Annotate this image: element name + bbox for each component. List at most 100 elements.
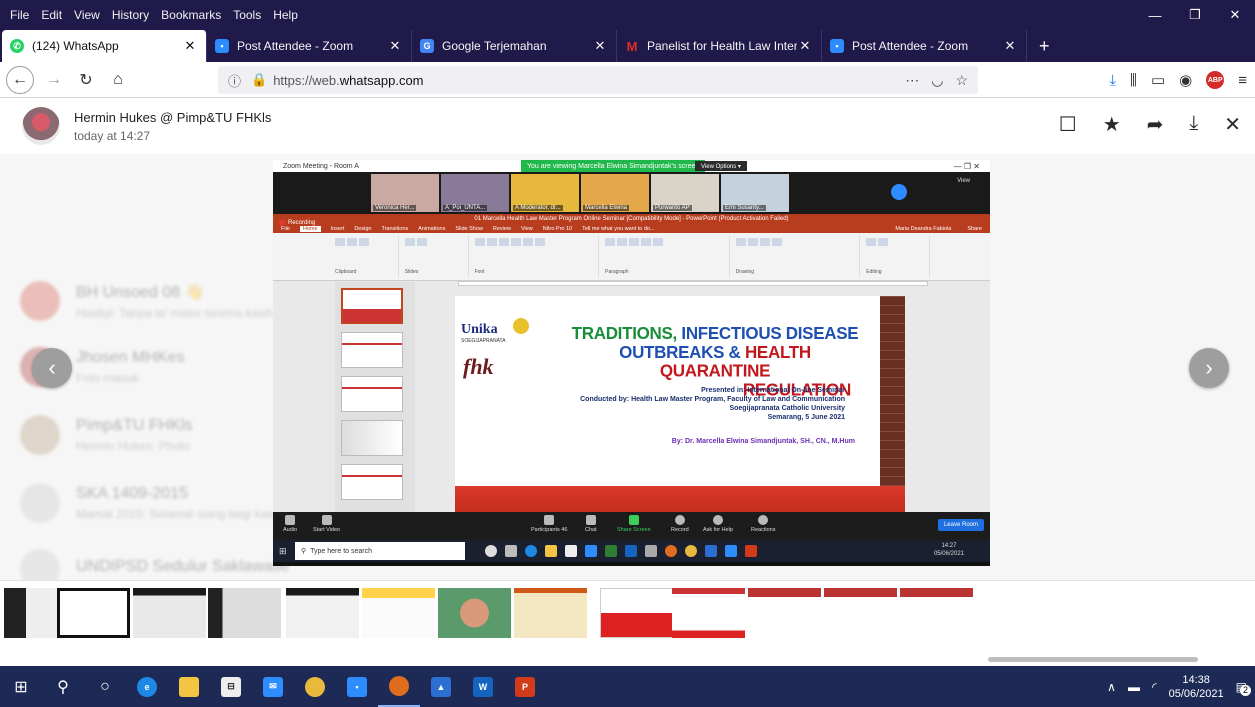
ask-help-control: Ask for Help bbox=[703, 515, 733, 533]
tab-title: Post Attendee - Zoom bbox=[852, 39, 969, 53]
reload-button[interactable]: ↻ bbox=[70, 64, 102, 96]
search-icon[interactable]: ⚲ bbox=[42, 666, 84, 707]
media-thumbnail[interactable] bbox=[514, 588, 587, 638]
tab-post-attendee-zoom-2[interactable]: ▪ Post Attendee - Zoom ✕ bbox=[822, 30, 1027, 62]
ppt-tab: Animations bbox=[418, 225, 446, 232]
window-controls: — ❐ ✕ bbox=[1135, 0, 1255, 30]
participants-control: Participants 46 bbox=[531, 515, 567, 533]
word-icon[interactable]: W bbox=[462, 666, 504, 707]
media-thumbnail[interactable] bbox=[600, 588, 673, 638]
edge-icon[interactable]: e bbox=[126, 666, 168, 707]
menu-file[interactable]: File bbox=[0, 8, 35, 22]
menu-view[interactable]: View bbox=[68, 8, 106, 22]
zoom-icon[interactable]: ▪ bbox=[336, 666, 378, 707]
next-media-button[interactable]: › bbox=[1189, 348, 1229, 388]
chrome-icon bbox=[685, 545, 697, 557]
screen-share-banner: You are viewing Marcella Elwina Simandju… bbox=[521, 160, 706, 172]
ppt-tab: Insert bbox=[330, 225, 345, 232]
new-tab-button[interactable]: + bbox=[1027, 30, 1062, 62]
back-button[interactable]: ← bbox=[6, 65, 34, 94]
tab-title: Post Attendee - Zoom bbox=[237, 39, 354, 53]
adblock-plus-icon[interactable]: ABP bbox=[1206, 71, 1225, 89]
mail-icon[interactable]: ✉ bbox=[252, 666, 294, 707]
tab-google-translate[interactable]: G Google Terjemahan ✕ bbox=[412, 30, 617, 62]
chrome-icon[interactable] bbox=[294, 666, 336, 707]
media-thumbnail[interactable] bbox=[208, 588, 281, 638]
home-button[interactable]: ⌂ bbox=[102, 64, 134, 96]
close-icon[interactable]: ✕ bbox=[1224, 112, 1241, 137]
pocket-icon[interactable]: ◡ bbox=[931, 72, 943, 89]
zoom-icon bbox=[725, 545, 737, 557]
info-icon[interactable]: ⓘ bbox=[228, 71, 241, 90]
previous-media-button[interactable]: ‹ bbox=[32, 348, 72, 388]
downloads-icon[interactable]: ⤓ bbox=[1109, 72, 1116, 89]
media-thumbnail[interactable] bbox=[748, 588, 821, 638]
ppt-tab: Tell me what you want to do... bbox=[582, 225, 655, 232]
slide-thumbnail bbox=[341, 420, 403, 456]
menu-edit[interactable]: Edit bbox=[35, 8, 68, 22]
battery-icon[interactable]: ▬ bbox=[1128, 680, 1140, 694]
media-thumbnail[interactable] bbox=[133, 588, 206, 638]
slide-presented-text: Presented in: International On-line Semi… bbox=[580, 387, 845, 421]
slide-thumbnail bbox=[341, 464, 403, 500]
wifi-icon[interactable]: ◜ bbox=[1152, 680, 1157, 694]
media-thumbnail[interactable] bbox=[362, 588, 435, 638]
windows-taskbar: ⊞ ⚲ ○ e ⊟ ✉ ▪ ▲ W P ∧ ▬ ◜ 14:38 05/06/20… bbox=[0, 666, 1255, 707]
forward-icon[interactable]: ➦ bbox=[1147, 112, 1164, 137]
chat-control: Chat bbox=[585, 515, 597, 533]
library-icon[interactable]: ⫼ bbox=[1130, 72, 1137, 89]
slide-author: By: Dr. Marcella Elwina Simandjuntak, SH… bbox=[671, 438, 855, 445]
menu-tools[interactable]: Tools bbox=[227, 8, 267, 22]
show-hidden-icons-icon[interactable]: ∧ bbox=[1107, 680, 1116, 694]
firefox-icon[interactable] bbox=[378, 666, 420, 707]
phone-icon bbox=[645, 545, 657, 557]
file-explorer-icon[interactable] bbox=[168, 666, 210, 707]
tab-gmail-panelist[interactable]: M Panelist for Health Law Internat ✕ bbox=[617, 30, 822, 62]
leave-room-button: Leave Room bbox=[937, 519, 984, 531]
minimize-button[interactable]: — bbox=[1135, 0, 1175, 30]
sidebar-icon[interactable]: ▭ bbox=[1151, 71, 1165, 89]
close-tab-icon[interactable]: ✕ bbox=[387, 38, 403, 54]
media-thumbnail[interactable] bbox=[900, 588, 973, 638]
close-tab-icon[interactable]: ✕ bbox=[1002, 38, 1018, 54]
ppt-tab: Home bbox=[299, 225, 321, 232]
store-icon[interactable]: ⊟ bbox=[210, 666, 252, 707]
photos-icon[interactable]: ▲ bbox=[420, 666, 462, 707]
forward-button[interactable]: → bbox=[38, 64, 70, 96]
media-thumbnail[interactable] bbox=[824, 588, 897, 638]
url-prefix: https://web. bbox=[273, 72, 340, 88]
media-thumbnail[interactable] bbox=[286, 588, 359, 638]
go-to-message-icon[interactable]: ☐ bbox=[1059, 112, 1077, 137]
bookmark-star-icon[interactable]: ☆ bbox=[955, 72, 968, 89]
powerpoint-icon[interactable]: P bbox=[504, 666, 546, 707]
close-tab-icon[interactable]: ✕ bbox=[182, 38, 198, 54]
tab-post-attendee-zoom[interactable]: ▪ Post Attendee - Zoom ✕ bbox=[207, 30, 412, 62]
close-tab-icon[interactable]: ✕ bbox=[797, 38, 813, 54]
windows-start-icon[interactable]: ⊞ bbox=[0, 666, 42, 707]
taskbar-clock[interactable]: 14:38 05/06/2021 bbox=[1169, 673, 1224, 701]
menu-history[interactable]: History bbox=[106, 8, 155, 22]
unika-subtitle: SOEGIJAPRANATA bbox=[461, 338, 506, 344]
zoom-title-bar: Zoom Meeting - Room A You are viewing Ma… bbox=[273, 160, 990, 172]
inner-taskbar-icons bbox=[485, 545, 757, 557]
menu-bookmarks[interactable]: Bookmarks bbox=[155, 8, 227, 22]
notifications-icon[interactable]: ▤2 bbox=[1236, 680, 1251, 696]
avatar[interactable] bbox=[22, 107, 60, 145]
menu-help[interactable]: Help bbox=[267, 8, 304, 22]
tab-whatsapp[interactable]: ✆ (124) WhatsApp ✕ bbox=[2, 30, 207, 62]
download-icon[interactable]: ⤓ bbox=[1189, 112, 1198, 137]
url-bar[interactable]: ⓘ 🔒 https://web. whatsapp.com ⋯ ◡ ☆ bbox=[218, 66, 978, 94]
close-window-button[interactable]: ✕ bbox=[1215, 0, 1255, 30]
thumbnail-scrollbar[interactable] bbox=[988, 657, 1198, 662]
media-thumbnail[interactable] bbox=[438, 588, 511, 638]
star-icon[interactable]: ★ bbox=[1103, 112, 1121, 137]
close-tab-icon[interactable]: ✕ bbox=[592, 38, 608, 54]
media-thumbnail[interactable] bbox=[672, 588, 745, 638]
media-thumbnail[interactable] bbox=[57, 588, 130, 638]
restore-button[interactable]: ❐ bbox=[1175, 0, 1215, 30]
account-icon[interactable]: ◉ bbox=[1179, 71, 1192, 89]
cortana-icon[interactable]: ○ bbox=[84, 666, 126, 707]
page-actions-icon[interactable]: ⋯ bbox=[905, 72, 919, 89]
ppt-tab: Review bbox=[492, 225, 511, 232]
menu-hamburger-icon[interactable]: ≡ bbox=[1238, 72, 1247, 89]
